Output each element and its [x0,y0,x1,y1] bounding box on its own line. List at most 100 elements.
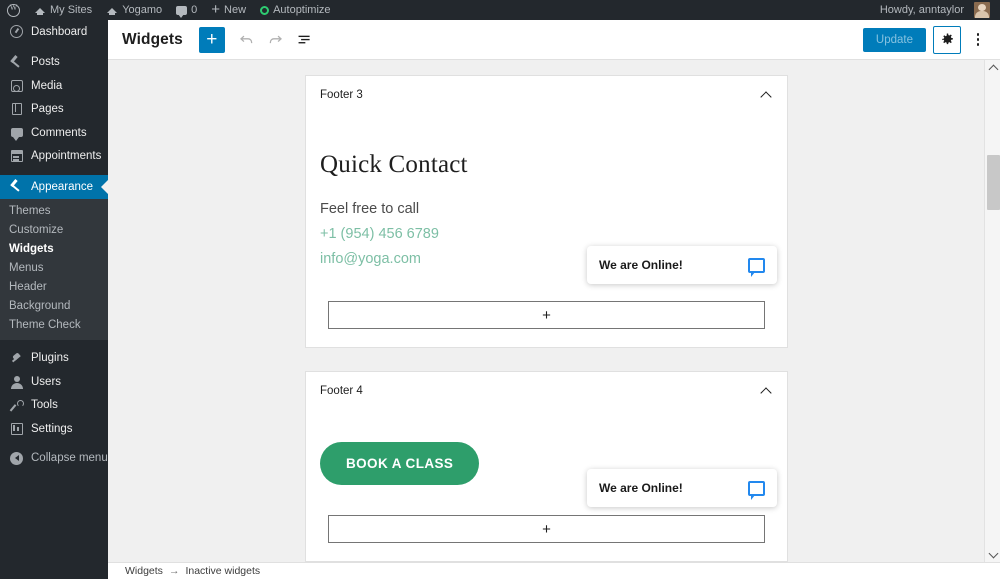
appearance-submenu: Themes Customize Widgets Menus Header Ba… [0,198,108,340]
pages-icon [9,102,24,117]
append-block-button-footer-4[interactable]: + [328,515,765,543]
panel-header-footer-4[interactable]: Footer 4 [306,372,787,409]
breadcrumb-separator: → [168,565,180,577]
sidebar-label-pages: Pages [31,103,64,116]
autoptimize-menu[interactable]: Autoptimize [253,0,337,20]
submenu-item-theme-check[interactable]: Theme Check [0,316,108,335]
panel-header-footer-3[interactable]: Footer 3 [306,76,787,113]
appearance-icon [9,179,24,194]
submenu-item-header[interactable]: Header [0,278,108,297]
scroll-up-arrow-icon[interactable] [985,60,1000,76]
sidebar-label-comments: Comments [31,126,87,139]
breadcrumb: Widgets → Inactive widgets [108,562,1000,579]
submenu-item-themes[interactable]: Themes [0,202,108,221]
sidebar-label-tools: Tools [31,399,58,412]
chevron-up-icon[interactable] [761,89,772,100]
page-title: Widgets [122,30,183,48]
autoptimize-label: Autoptimize [273,4,331,16]
scrollbar-thumb[interactable] [987,155,1000,210]
sidebar-item-appointments[interactable]: Appointments [0,145,108,169]
sidebar-item-appearance[interactable]: Appearance [0,175,108,199]
chevron-up-icon[interactable] [761,385,772,396]
panel-title: Footer 4 [320,384,363,397]
undo-button[interactable] [234,27,260,53]
editor-header: Widgets + Update [108,20,1000,60]
vertical-scrollbar[interactable] [984,60,1000,562]
sidebar-label-posts: Posts [31,56,60,69]
sidebar-label-dashboard: Dashboard [31,25,88,38]
widget-area-footer-4: Footer 4 BOOK A CLASS + [305,371,788,562]
submenu-item-background[interactable]: Background [0,297,108,316]
submenu-item-customize[interactable]: Customize [0,221,108,240]
scroll-down-arrow-icon[interactable] [985,546,1000,562]
more-options-button[interactable] [968,26,988,54]
sidebar-item-dashboard[interactable]: Dashboard [0,20,108,44]
sidebar-item-tools[interactable]: Tools [0,394,108,418]
wp-logo-menu[interactable] [0,0,27,20]
chat-widget-2[interactable]: We are Online! [587,469,777,507]
sidebar-separator-1 [0,168,108,175]
redo-button[interactable] [263,27,289,53]
users-icon [9,374,24,389]
redo-icon [270,35,283,44]
undo-icon [240,35,253,44]
tools-icon [9,398,24,413]
append-block-button-footer-3[interactable]: + [328,301,765,329]
widget-area-footer-3: Footer 3 Quick Contact Feel free to call… [305,75,788,348]
comments-count: 0 [191,4,198,16]
sidebar-item-media[interactable]: Media [0,74,108,98]
admin-bar: My Sites Yogamo 0 + New Autoptimize Howd… [0,0,1000,20]
calendar-icon [9,149,24,164]
my-sites-label: My Sites [50,4,93,16]
chat-widget-1[interactable]: We are Online! [587,246,777,284]
circle-dot-icon [260,5,270,15]
list-view-button[interactable] [292,27,318,53]
collapse-menu-button[interactable]: Collapse menu [0,447,108,471]
settings-button[interactable] [933,25,961,54]
chat-bubble-icon [748,480,765,500]
widget-paragraph[interactable]: Feel free to call [320,201,773,217]
sidebar-label-users: Users [31,375,62,388]
comments-menu[interactable]: 0 [169,0,204,20]
breadcrumb-root[interactable]: Widgets [125,565,163,577]
wordpress-icon [7,3,20,17]
sidebar-label-settings: Settings [31,422,73,435]
plus-icon: + [542,520,551,538]
update-button[interactable]: Update [862,27,926,52]
new-content-menu[interactable]: + New [204,0,253,20]
phone-link[interactable]: +1 (954) 456 6789 [320,226,773,242]
sidebar-label-appointments: Appointments [31,150,102,163]
chat-widget-text: We are Online! [599,258,683,272]
dashboard-icon [9,24,24,39]
sidebar-label-appearance: Appearance [31,180,94,193]
sidebar-item-comments[interactable]: Comments [0,121,108,145]
add-block-button[interactable]: + [198,26,225,53]
panel-body-footer-3: Quick Contact Feel free to call +1 (954)… [306,113,787,329]
sidebar-item-pages[interactable]: Pages [0,98,108,122]
admin-sidebar: Dashboard Posts Media Pages Comments App… [0,20,108,579]
submenu-item-menus[interactable]: Menus [0,259,108,278]
sidebar-label-media: Media [31,79,63,92]
sites-icon [34,5,46,15]
sidebar-item-plugins[interactable]: Plugins [0,347,108,371]
widget-heading[interactable]: Quick Contact [320,113,773,179]
comment-icon [9,125,24,142]
site-name-menu[interactable]: Yogamo [99,0,169,20]
comment-bubble-icon [176,5,188,18]
sidebar-label-plugins: Plugins [31,352,69,365]
my-sites-menu[interactable]: My Sites [27,0,99,20]
pin-icon [9,55,24,70]
account-menu[interactable]: Howdy, anntaylor [873,0,1000,20]
breadcrumb-current[interactable]: Inactive widgets [185,565,260,577]
sidebar-item-posts[interactable]: Posts [0,51,108,75]
gear-icon [941,33,953,45]
submenu-item-widgets[interactable]: Widgets [0,240,108,259]
list-view-icon [298,35,310,44]
book-a-class-button[interactable]: BOOK A CLASS [320,442,480,485]
plugin-icon [9,351,24,366]
collapse-icon [9,451,24,466]
sidebar-item-settings[interactable]: Settings [0,417,108,441]
plus-icon: + [206,29,218,50]
avatar [974,2,990,18]
sidebar-item-users[interactable]: Users [0,370,108,394]
